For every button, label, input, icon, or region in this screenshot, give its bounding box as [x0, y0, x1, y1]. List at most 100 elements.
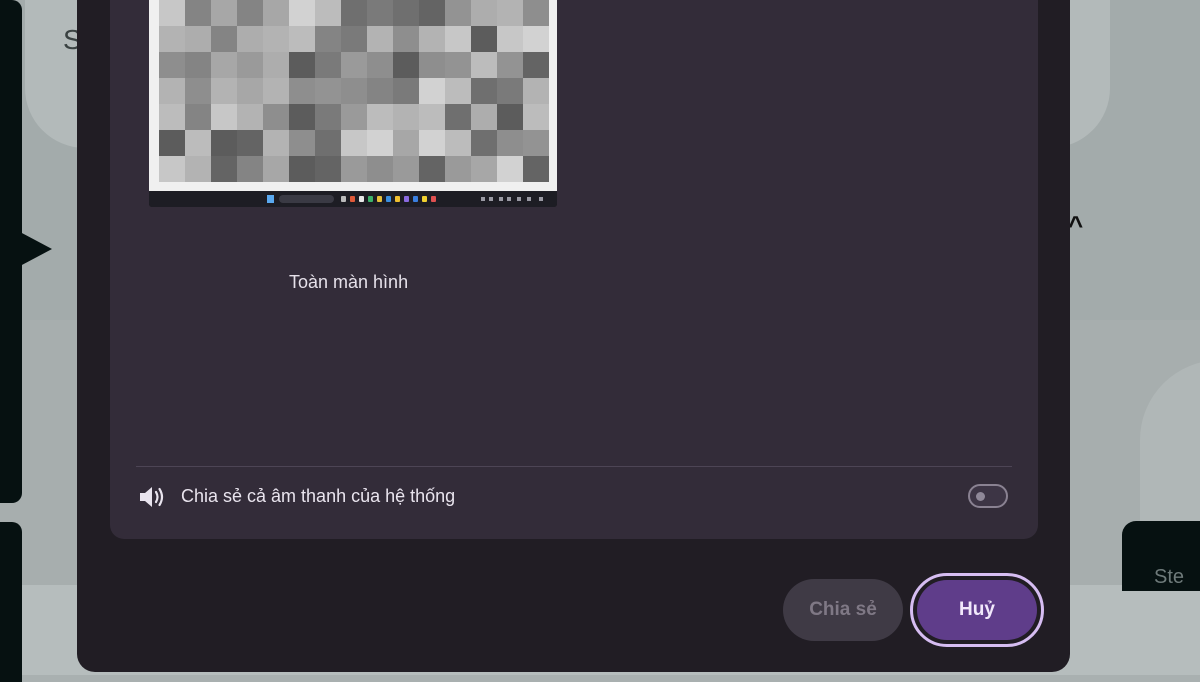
system-audio-row: Chia sẻ cả âm thanh của hệ thống	[136, 480, 1012, 514]
mosaic-cell	[497, 52, 523, 78]
mosaic-cell	[237, 52, 263, 78]
mosaic-cell	[341, 78, 367, 104]
background-card-text: Ste	[1154, 566, 1185, 588]
mosaic-cell	[211, 130, 237, 156]
mosaic-cell	[211, 78, 237, 104]
mosaic-cell	[445, 104, 471, 130]
mosaic-cell	[185, 52, 211, 78]
mosaic-cell	[471, 26, 497, 52]
mosaic-cell	[315, 130, 341, 156]
mosaic-cell	[445, 78, 471, 104]
mosaic-cell	[419, 0, 445, 26]
mosaic-cell	[497, 130, 523, 156]
mosaic-cell	[263, 26, 289, 52]
mosaic-cell	[185, 26, 211, 52]
mosaic-cell	[211, 52, 237, 78]
mosaic-cell	[367, 52, 393, 78]
mosaic-cell	[393, 78, 419, 104]
system-audio-label: Chia sẻ cả âm thanh của hệ thống	[181, 486, 456, 506]
divider	[136, 466, 1012, 467]
mosaic-cell	[523, 156, 549, 182]
screen-preview-thumbnail[interactable]	[149, 0, 557, 207]
mosaic-cell	[445, 26, 471, 52]
mosaic-cell	[237, 26, 263, 52]
mosaic-cell	[341, 26, 367, 52]
mosaic-cell	[445, 52, 471, 78]
mosaic-cell	[159, 156, 185, 182]
mosaic-cell	[471, 104, 497, 130]
mosaic-cell	[237, 156, 263, 182]
mosaic-cell	[315, 52, 341, 78]
mosaic-cell	[159, 78, 185, 104]
windows-icon	[267, 195, 274, 203]
mosaic-cell	[445, 130, 471, 156]
mosaic-cell	[471, 52, 497, 78]
mosaic-cell	[523, 52, 549, 78]
play-icon	[20, 232, 52, 266]
cancel-button[interactable]: Huỷ	[917, 580, 1037, 640]
mosaic-cell	[523, 0, 549, 26]
share-button[interactable]: Chia sẻ	[783, 579, 903, 641]
mosaic-cell	[315, 156, 341, 182]
mosaic-cell	[289, 104, 315, 130]
mosaic-cell	[315, 26, 341, 52]
mosaic-cell	[523, 130, 549, 156]
mosaic-cell	[289, 26, 315, 52]
mosaic-cell	[263, 0, 289, 26]
mosaic-cell	[419, 26, 445, 52]
mosaic-cell	[341, 104, 367, 130]
mosaic-cell	[497, 104, 523, 130]
mosaic-cell	[315, 78, 341, 104]
mosaic-cell	[289, 0, 315, 26]
entire-screen-label: Toàn màn hình	[289, 272, 409, 292]
mosaic-cell	[237, 78, 263, 104]
mosaic-cell	[341, 156, 367, 182]
mosaic-cell	[159, 26, 185, 52]
toggle-knob	[976, 492, 985, 501]
mosaic-cell	[367, 104, 393, 130]
mosaic-cell	[159, 0, 185, 26]
mosaic-cell	[237, 130, 263, 156]
mosaic-cell	[497, 26, 523, 52]
mosaic-cell	[497, 0, 523, 26]
mosaic-cell	[263, 78, 289, 104]
taskbar-search	[279, 195, 334, 203]
mosaic-cell	[471, 156, 497, 182]
mosaic-cell	[523, 104, 549, 130]
mosaic-cell	[237, 0, 263, 26]
mosaic-cell	[159, 52, 185, 78]
mosaic-cell	[445, 156, 471, 182]
mosaic-cell	[367, 26, 393, 52]
mosaic-cell	[393, 26, 419, 52]
mosaic-cell	[419, 130, 445, 156]
mosaic-cell	[263, 130, 289, 156]
mosaic-cell	[419, 78, 445, 104]
mosaic-cell	[263, 156, 289, 182]
mosaic-cell	[393, 156, 419, 182]
mosaic-cell	[367, 156, 393, 182]
mosaic-cell	[523, 26, 549, 52]
mosaic-cell	[471, 130, 497, 156]
mosaic-cell	[185, 0, 211, 26]
mosaic-cell	[497, 156, 523, 182]
mosaic-cell	[211, 156, 237, 182]
mosaic-cell	[315, 104, 341, 130]
mosaic-cell	[393, 52, 419, 78]
mosaic-cell	[211, 26, 237, 52]
mosaic-cell	[341, 0, 367, 26]
system-audio-toggle[interactable]	[968, 484, 1008, 508]
mosaic-cell	[471, 78, 497, 104]
mosaic-cell	[185, 156, 211, 182]
mosaic-cell	[263, 52, 289, 78]
mosaic-cell	[159, 104, 185, 130]
mosaic-cell	[289, 78, 315, 104]
mosaic-cell	[211, 104, 237, 130]
mosaic-cell	[419, 104, 445, 130]
mosaic-cell	[341, 130, 367, 156]
background-side-panel	[0, 0, 22, 503]
mosaic-cell	[393, 0, 419, 26]
mosaic-cell	[289, 52, 315, 78]
mosaic-cell	[445, 0, 471, 26]
mosaic-cell	[341, 52, 367, 78]
cancel-button-focus-ring: Huỷ	[910, 573, 1044, 647]
